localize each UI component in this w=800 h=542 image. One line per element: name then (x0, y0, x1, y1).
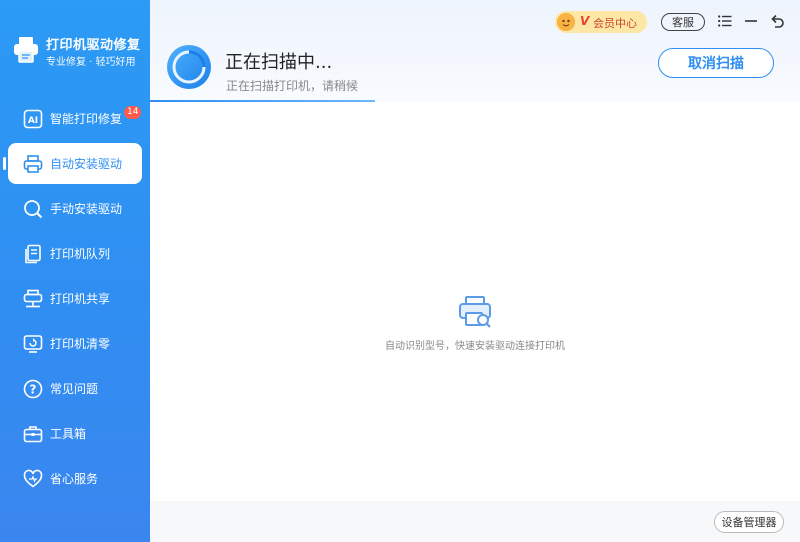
vip-v-mark: V (580, 14, 590, 28)
sidebar-item-label: 常见问题 (50, 382, 99, 396)
sidebar-item-printer-reset[interactable]: 打印机清零 (0, 323, 150, 364)
toolbox-icon (22, 423, 44, 445)
brand-title: 打印机驱动修复 (46, 38, 141, 53)
brand: 打印机驱动修复 专业修复 · 轻巧好用 (10, 32, 150, 72)
vip-center-button[interactable]: V 会员中心 (555, 11, 647, 33)
search-icon (22, 198, 44, 220)
active-indicator (3, 157, 6, 170)
back-icon[interactable] (768, 12, 786, 30)
svg-text:?: ? (30, 382, 37, 396)
sidebar-item-label: 打印机共享 (50, 292, 111, 306)
minimize-icon[interactable] (742, 12, 760, 30)
share-icon (22, 288, 44, 310)
notification-badge: 14 (124, 106, 142, 119)
sidebar-item-label: 智能打印修复 (50, 112, 123, 126)
queue-icon (22, 243, 44, 265)
scanning-spinner-icon (167, 45, 211, 89)
menu-icon[interactable] (716, 12, 734, 30)
scan-header: V 会员中心 客服 正在扫描中... 正在扫描打印机，请稍候 取消扫描 (150, 0, 800, 102)
printer-search-icon (459, 296, 491, 328)
empty-state-text: 自动识别型号，快速安装驱动连接打印机 (385, 341, 565, 352)
brand-subtitle: 专业修复 · 轻巧好用 (46, 57, 136, 68)
heart-icon (22, 468, 44, 490)
main-panel: V 会员中心 客服 正在扫描中... 正在扫描打印机，请稍候 取消扫描 自动识别… (150, 0, 800, 542)
sidebar-item-manual-install[interactable]: 手动安装驱动 (0, 188, 150, 229)
footer-bar: 设备管理器 (150, 501, 800, 542)
ai-icon: AI (22, 108, 44, 130)
scan-subtitle: 正在扫描打印机，请稍候 (226, 79, 359, 93)
sidebar-item-label: 打印机清零 (50, 337, 111, 351)
sidebar-item-label: 手动安装驱动 (50, 202, 123, 216)
scan-progress-bar (150, 100, 375, 102)
reset-icon (22, 333, 44, 355)
sidebar-item-label: 打印机队列 (50, 247, 111, 261)
sidebar: 打印机驱动修复 专业修复 · 轻巧好用 AI 智能打印修复 14 自动安装驱动 … (0, 0, 150, 542)
printer-logo-icon (14, 37, 38, 63)
sidebar-item-auto-install[interactable]: 自动安装驱动 (3, 143, 142, 184)
sidebar-item-care-service[interactable]: 省心服务 (0, 458, 150, 499)
svg-text:AI: AI (28, 116, 38, 126)
sidebar-item-label: 工具箱 (50, 427, 87, 441)
vip-label: 会员中心 (593, 17, 637, 30)
sidebar-item-smart-repair[interactable]: AI 智能打印修复 14 (0, 98, 150, 139)
sidebar-item-label: 自动安装驱动 (50, 157, 123, 171)
question-icon: ? (22, 378, 44, 400)
customer-service-button[interactable]: 客服 (661, 13, 705, 31)
sidebar-item-label: 省心服务 (50, 472, 99, 486)
sidebar-item-printer-queue[interactable]: 打印机队列 (0, 233, 150, 274)
cancel-scan-button[interactable]: 取消扫描 (658, 48, 774, 78)
device-manager-button[interactable]: 设备管理器 (714, 511, 784, 533)
scan-title: 正在扫描中... (225, 52, 333, 73)
sidebar-nav: AI 智能打印修复 14 自动安装驱动 手动安装驱动 打印机队列 打印机共享 打… (0, 98, 150, 503)
printer-icon (22, 153, 44, 175)
sidebar-item-faq[interactable]: ? 常见问题 (0, 368, 150, 409)
sidebar-item-toolbox[interactable]: 工具箱 (0, 413, 150, 454)
sidebar-item-printer-share[interactable]: 打印机共享 (0, 278, 150, 319)
vip-avatar-icon (557, 13, 575, 31)
